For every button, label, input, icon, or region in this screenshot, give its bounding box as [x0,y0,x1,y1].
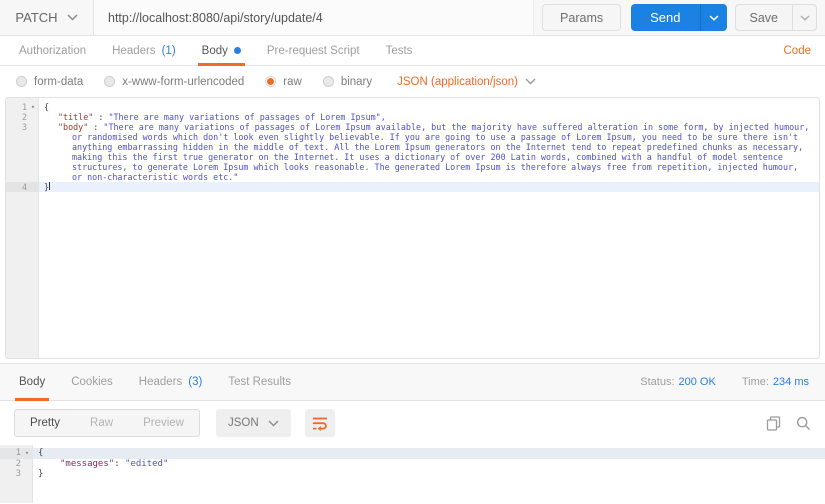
tab-tests[interactable]: Tests [373,36,426,65]
code-line: 2 "title" : "There are many variations of… [21,112,386,122]
request-bar: PATCH Params Send Save [0,0,825,36]
response-tab-body[interactable]: Body [6,364,58,401]
view-mode-pretty[interactable]: Pretty [15,410,75,436]
view-mode-raw[interactable]: Raw [75,410,128,436]
radio-label: form-data [34,75,84,88]
body-modified-dot [233,47,241,54]
method-select[interactable]: PATCH [0,0,94,35]
code-line: making this the first true generator on … [72,152,783,162]
response-headers-count-badge: (3) [188,376,203,388]
send-options-button[interactable] [699,4,727,31]
tab-authorization[interactable]: Authorization [6,36,99,65]
save-options-button[interactable] [792,5,816,30]
radio-icon [16,76,27,87]
body-type-row: form-data x-www-form-urlencoded raw bina… [0,66,825,97]
chevron-down-icon [67,14,78,21]
request-tabs: Authorization Headers (1) Body Pre-reque… [0,36,825,66]
search-response-button[interactable] [796,416,811,431]
tab-label: Pre-request Script [266,44,360,57]
response-section: Body Cookies Headers (3) Test Results St… [0,363,825,503]
tab-body[interactable]: Body [189,36,254,66]
content-type-select[interactable]: JSON (application/json) [397,76,536,88]
view-mode-preview[interactable]: Preview [128,410,199,436]
tab-pre-request-script[interactable]: Pre-request Script [254,36,373,65]
send-button-group: Send [631,4,727,31]
response-body-viewer[interactable]: 1 ▾{2 "messages": "edited" 3} [0,445,825,503]
chevron-down-icon [799,14,810,21]
tab-label: Tests [385,44,413,57]
code-line: anything embarrassing hidden in the midd… [72,142,804,152]
send-button[interactable]: Send [631,4,700,31]
status-value: 200 OK [678,376,716,388]
tab-label: Headers [138,376,183,388]
status-badge: Status: 200 OK [640,376,716,388]
radio-label: raw [283,75,302,88]
tab-label: Test Results [228,376,291,388]
radio-binary[interactable]: binary [322,75,373,88]
code-line: or non-characteristic words etc." [72,172,239,182]
response-tab-cookies[interactable]: Cookies [58,364,126,400]
time-label: Time: [741,376,769,388]
tab-headers[interactable]: Headers (1) [99,36,189,65]
url-input[interactable] [108,10,520,25]
radio-raw[interactable]: raw [265,76,302,88]
code-line: 3} [15,469,44,479]
response-tab-headers[interactable]: Headers (3) [126,364,216,400]
search-icon [796,416,811,430]
tab-label: Cookies [71,376,113,388]
copy-response-button[interactable] [766,415,781,431]
tab-label: Headers [112,44,156,57]
radio-selected-icon [265,76,277,87]
radio-x-www-form-urlencoded[interactable]: x-www-form-urlencoded [104,76,244,88]
code-line: 1 ▾{ [0,448,825,459]
method-label: PATCH [15,10,58,25]
headers-count-badge: (1) [161,44,176,57]
code-line: 4} [6,182,819,192]
chevron-down-icon [268,420,279,426]
chevron-down-icon [525,78,536,85]
chevron-down-icon [708,14,719,21]
wrap-text-button[interactable] [304,409,335,437]
view-mode-group: Pretty Raw Preview [14,409,200,437]
code-link[interactable]: Code [784,45,812,57]
response-toolbar-right [766,415,811,431]
time-badge: Time: 234 ms [742,376,809,388]
tab-label: Authorization [19,44,87,57]
url-bar [94,0,535,35]
format-label: JSON [227,417,259,429]
radio-label: binary [340,75,373,88]
radio-icon [104,76,116,87]
response-tabs-strip: Body Cookies Headers (3) Test Results St… [0,364,825,401]
tab-label: Body [201,44,228,57]
code-line: or randomised words which don't look eve… [72,132,799,142]
content-type-label: JSON (application/json) [397,75,518,88]
fold-caret-icon[interactable]: ▾ [27,102,39,112]
radio-icon [322,76,334,87]
code-line: 2 "messages": "edited" [15,458,169,469]
response-format-select[interactable]: JSON [215,409,291,437]
save-button-group: Save [734,4,817,31]
code-line: 1 ▾{ [21,102,50,112]
code-line: structures, to generate Lorem Ipsum whic… [72,162,799,172]
time-value: 234 ms [772,376,809,388]
radio-label: x-www-form-urlencoded [122,75,245,88]
wrap-text-icon [312,417,327,431]
code-line: 3 "body" : "There are many variations of … [21,122,810,132]
response-toolbar: Pretty Raw Preview JSON [0,401,825,445]
tab-label: Body [19,376,46,388]
radio-form-data[interactable]: form-data [16,76,83,88]
text-cursor [49,182,51,190]
status-label: Status: [640,376,675,388]
response-meta: Status: 200 OK Time: 234 ms [640,364,809,400]
request-body-editor[interactable]: 1 ▾{2 "title" : "There are many variations… [5,97,820,359]
copy-icon [766,415,781,431]
response-tab-test-results[interactable]: Test Results [215,364,304,400]
params-button[interactable]: Params [542,4,622,31]
save-button[interactable]: Save [736,5,793,30]
fold-caret-icon[interactable]: ▾ [21,448,33,459]
